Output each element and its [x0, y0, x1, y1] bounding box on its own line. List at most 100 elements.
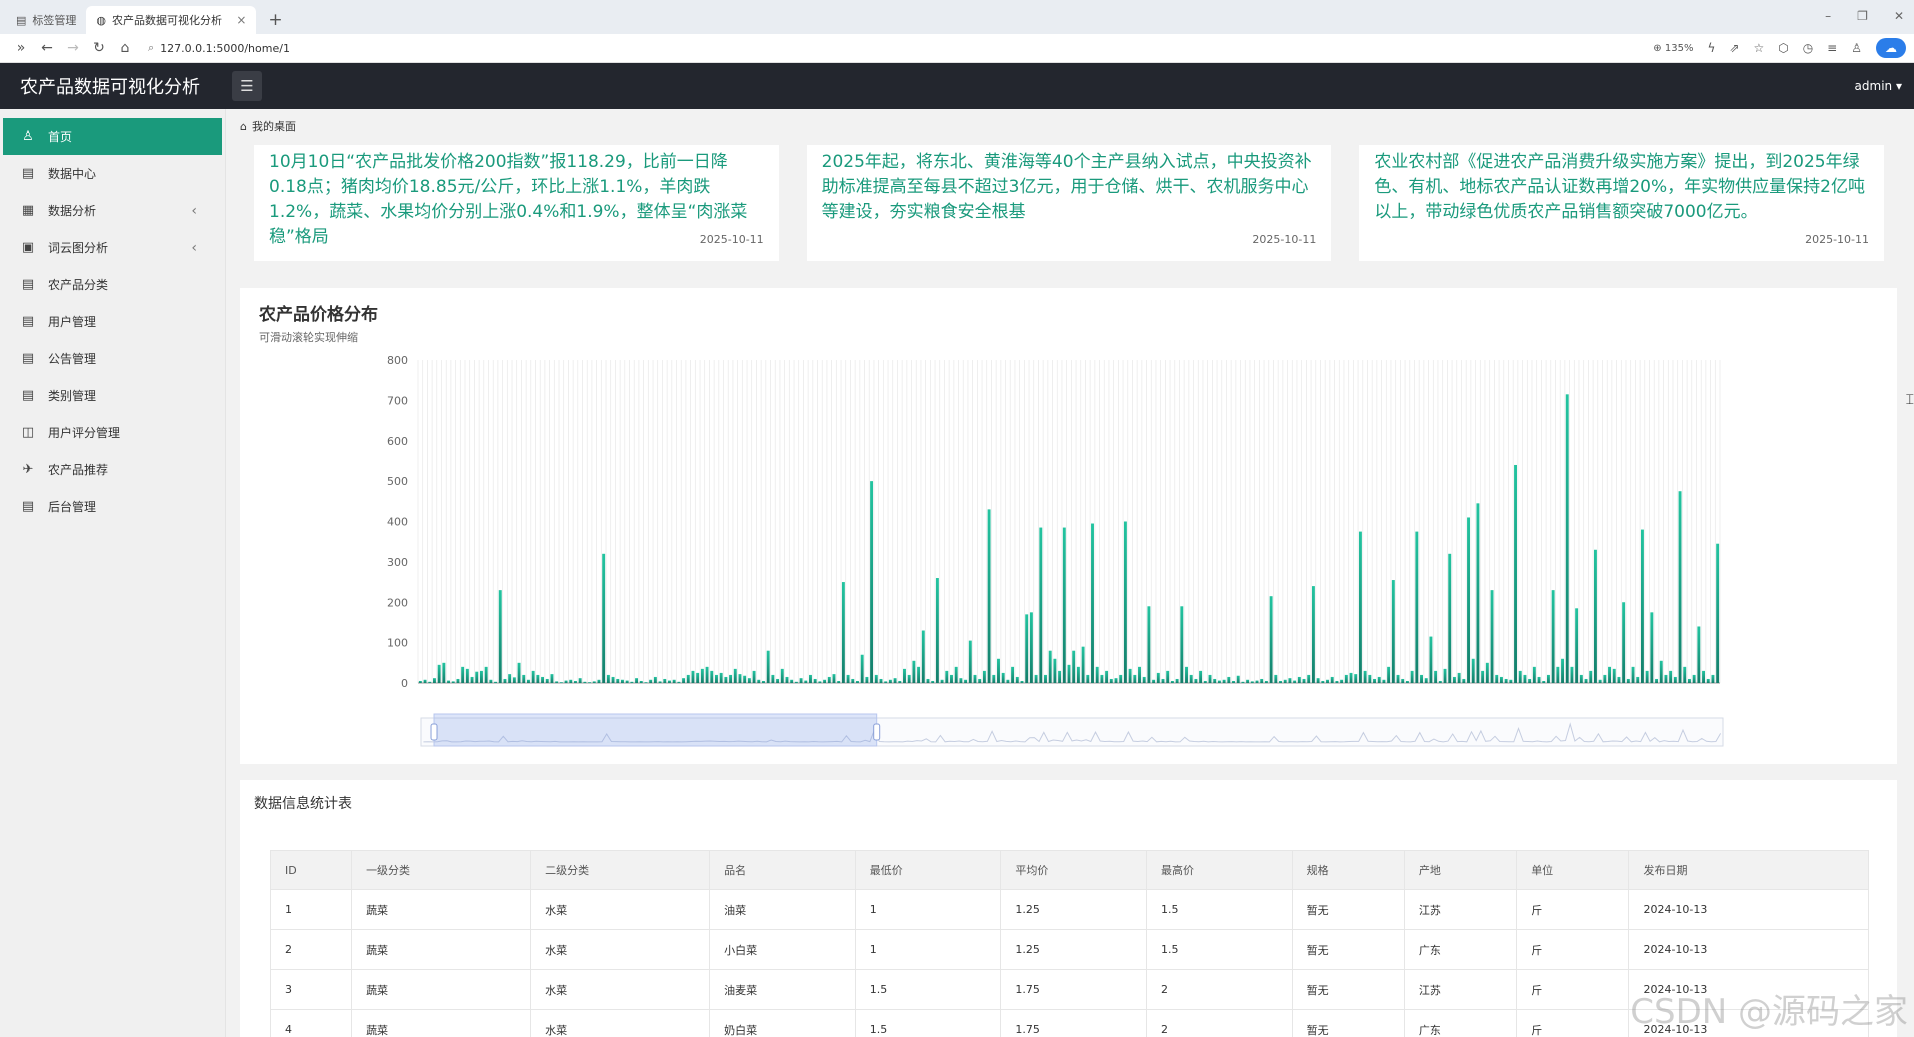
- extensions-icon[interactable]: ⬡: [1778, 41, 1788, 55]
- chart-bar: [865, 676, 869, 683]
- chart-bar: [907, 674, 911, 683]
- sidebar-item-categories[interactable]: ▤ 类别管理: [0, 377, 225, 414]
- profile-icon[interactable]: ♙: [1851, 41, 1862, 55]
- chart-bar: [935, 578, 939, 683]
- data-table: ID 一级分类 二级分类 品名 最低价 平均价 最高价 规格 产地 单位 发布日…: [269, 850, 1869, 1037]
- user-menu[interactable]: admin ▾: [1855, 79, 1902, 93]
- browser-tab-active[interactable]: ◍ 农产品数据可视化分析 ×: [86, 6, 257, 34]
- news-card[interactable]: 10月10日“农产品批发价格200指数”报118.29，比前一日降0.18点；猪…: [254, 145, 779, 261]
- chart-bar: [1640, 529, 1644, 683]
- column-header[interactable]: ID: [269, 850, 353, 890]
- new-tab-button[interactable]: +: [256, 6, 294, 34]
- column-header[interactable]: 规格: [1291, 850, 1405, 890]
- zoom-indicator[interactable]: ⊕ 135%: [1653, 43, 1693, 54]
- sidebar-item-wordcloud[interactable]: ▣ 词云图分析 ‹: [0, 229, 225, 266]
- minimize-icon[interactable]: –: [1825, 9, 1831, 23]
- browser-tab-bookmarks[interactable]: ▤ 标签管理: [6, 6, 86, 34]
- table-row[interactable]: 3 蔬菜 水菜 油麦菜 1.5 1.75 2 暂无 江苏斤 2024-10-13: [269, 969, 1869, 1010]
- price-bar-chart[interactable]: 0 100 200 300 400 500 600 700 800: [240, 288, 1897, 764]
- chart-bar: [794, 681, 798, 683]
- menu-icon[interactable]: ≡: [1827, 41, 1837, 55]
- chart-bar: [564, 680, 568, 683]
- hamburger-menu-button[interactable]: ☰: [232, 71, 262, 101]
- chart-bar: [1504, 678, 1508, 683]
- close-window-icon[interactable]: ✕: [1894, 9, 1904, 23]
- chart-bar: [1138, 666, 1141, 683]
- chart-bar: [1481, 670, 1485, 683]
- column-header[interactable]: 发布日期: [1628, 850, 1869, 890]
- close-tab-icon[interactable]: ×: [236, 13, 246, 27]
- chart-bar: [630, 681, 634, 683]
- chart-bar: [1401, 678, 1405, 683]
- column-header[interactable]: 产地: [1403, 850, 1518, 890]
- column-header[interactable]: 最低价: [854, 850, 1002, 890]
- sidebar-item-admin[interactable]: ▤ 后台管理: [0, 488, 225, 525]
- column-header[interactable]: 平均价: [1000, 850, 1148, 890]
- column-header[interactable]: 品名: [709, 850, 856, 890]
- column-header[interactable]: 最高价: [1146, 850, 1293, 890]
- chart-bar: [1241, 681, 1245, 683]
- chart-bar: [917, 666, 921, 683]
- price-distribution-panel: 0 100 200 300 400 500 600 700 800 农产品价格分布 可滑动滚轮实…: [240, 288, 1897, 764]
- star-icon[interactable]: ☆: [1753, 41, 1764, 55]
- sidebar-item-recommend[interactable]: ✈ 农产品推荐: [0, 451, 225, 488]
- chart-subtitle: 可滑动滚轮实现伸缩: [259, 331, 358, 344]
- forward-icon[interactable]: →: [60, 40, 86, 56]
- home-icon[interactable]: ⌂: [112, 40, 138, 56]
- table-row[interactable]: 2 蔬菜 水菜 小白菜 1 1.25 1.5 暂无 广东斤 2024-10-13: [269, 929, 1869, 970]
- chart-bar: [884, 681, 888, 683]
- table-cell: 水菜: [530, 969, 711, 1010]
- sidebar-toggle-icon[interactable]: »: [8, 40, 34, 56]
- chart-bar: [1650, 612, 1654, 683]
- table-cell: 水菜: [530, 1009, 711, 1037]
- sidebar-item-home[interactable]: ♙ 首页: [3, 118, 222, 155]
- sidebar-item-data-analysis[interactable]: ▦ 数据分析 ‹: [0, 192, 225, 229]
- breadcrumb-label[interactable]: 我的桌面: [252, 118, 296, 134]
- table-cell: 2: [1146, 1009, 1293, 1037]
- back-icon[interactable]: ←: [34, 40, 60, 56]
- chart-bar: [1570, 666, 1574, 683]
- share-icon[interactable]: ⇗: [1729, 41, 1739, 55]
- plane-icon: ✈: [22, 462, 34, 477]
- chart-bar: [856, 680, 859, 683]
- chart-bar: [1373, 678, 1376, 683]
- table-row[interactable]: 4 蔬菜 水菜 奶白菜 1.5 1.75 2 暂无 广东斤 2024-10-13: [269, 1009, 1869, 1037]
- chart-bar: [832, 674, 836, 683]
- table-cell: 斤: [1516, 929, 1630, 970]
- restore-icon[interactable]: ❐: [1857, 9, 1868, 23]
- chart-bar: [1523, 674, 1527, 683]
- sidebar-item-ratings[interactable]: ◫ 用户评分管理: [0, 414, 225, 451]
- chart-bar: [1203, 680, 1207, 683]
- lightning-icon[interactable]: ϟ: [1707, 41, 1715, 55]
- table-cell: 广东: [1403, 1009, 1518, 1037]
- chart-bar: [691, 670, 695, 683]
- column-header[interactable]: 二级分类: [530, 850, 711, 890]
- y-tick-label: 0: [401, 677, 408, 690]
- chart-bar: [921, 630, 925, 683]
- chart-bar: [461, 666, 465, 683]
- chart-bar: [606, 674, 610, 683]
- history-icon[interactable]: ◷: [1803, 41, 1813, 55]
- chart-bar: [752, 670, 756, 683]
- sidebar-item-product-category[interactable]: ▤ 农产品分类: [0, 266, 225, 303]
- table-cell: 暂无: [1291, 1009, 1405, 1037]
- chart-bar: [578, 678, 582, 683]
- zoom-handle-left[interactable]: [430, 723, 438, 741]
- chart-bar: [1598, 679, 1602, 683]
- zoom-handle-right[interactable]: [873, 723, 881, 741]
- chart-bar: [1603, 674, 1607, 683]
- zoom-level: 135%: [1664, 42, 1694, 54]
- reload-icon[interactable]: ↻: [86, 40, 112, 56]
- chart-bar: [583, 681, 587, 683]
- news-card[interactable]: 农业农村部《促进农产品消费升级实施方案》提出，到2025年绿色、有机、地标农产品…: [1359, 145, 1885, 261]
- cloud-icon[interactable]: ☁: [1876, 38, 1906, 58]
- chart-bar: [912, 660, 916, 683]
- sidebar-item-data-center[interactable]: ▤ 数据中心: [0, 155, 225, 192]
- sidebar-item-announcements[interactable]: ▤ 公告管理: [0, 340, 225, 377]
- news-card[interactable]: 2025年起，将东北、黄淮海等40个主产县纳入试点，中央投资补助标准提高至每县不…: [806, 145, 1332, 261]
- url-field[interactable]: ⌕ 127.0.0.1:5000/home/1: [148, 41, 290, 55]
- table-row[interactable]: 1 蔬菜 水菜 油菜 1 1.25 1.5 暂无 江苏斤 2024-10-13: [269, 889, 1869, 930]
- column-header[interactable]: 单位: [1516, 850, 1630, 890]
- sidebar-item-users[interactable]: ▤ 用户管理: [0, 303, 225, 340]
- column-header[interactable]: 一级分类: [351, 850, 532, 890]
